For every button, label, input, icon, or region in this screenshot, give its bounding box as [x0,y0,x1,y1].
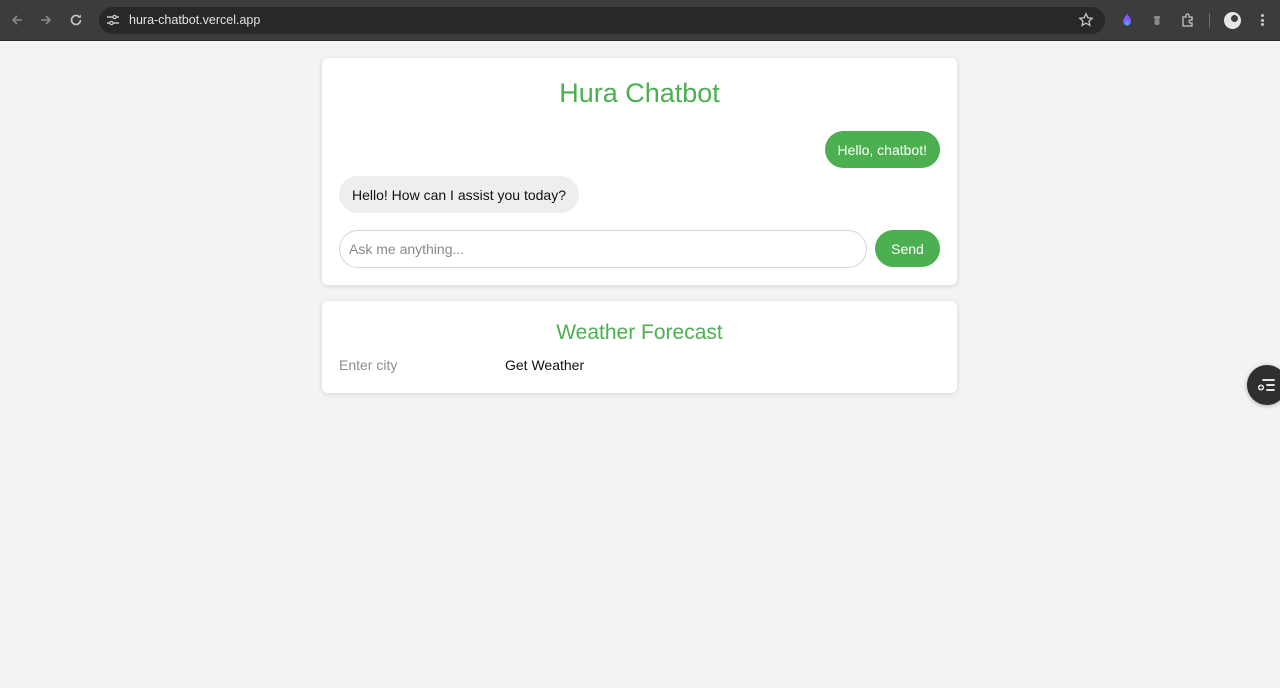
reload-icon[interactable] [66,10,86,30]
weather-title: Weather Forecast [556,321,723,344]
site-info-icon[interactable] [106,13,120,27]
address-bar[interactable]: hura-chatbot.vercel.app [99,7,1105,34]
toolbar-separator [1209,13,1210,28]
kebab-menu-icon[interactable] [1256,12,1268,28]
tune-list-icon [1258,379,1275,391]
chatbot-card: Hura Chatbot Hello, chatbot! Hello! How … [322,58,957,285]
get-weather-button[interactable]: Get Weather [505,356,584,374]
browser-toolbar: hura-chatbot.vercel.app [0,0,1280,41]
back-arrow-icon[interactable] [7,10,27,30]
weather-card: Weather Forecast Get Weather [322,301,957,393]
extensions-puzzle-icon[interactable] [1180,12,1196,28]
extension-acorn-icon[interactable] [1149,12,1165,28]
forward-arrow-icon[interactable] [36,10,56,30]
bot-message-bubble: Hello! How can I assist you today? [339,176,579,213]
profile-avatar[interactable] [1224,12,1241,29]
floating-assistant-button[interactable] [1247,365,1280,405]
extension-flame-icon[interactable] [1119,12,1135,28]
chatbot-title: Hura Chatbot [559,78,720,108]
chat-message-input[interactable] [339,230,867,268]
city-input[interactable] [339,356,499,374]
send-button[interactable]: Send [875,230,940,267]
bookmark-star-icon[interactable] [1078,12,1094,28]
user-message-bubble: Hello, chatbot! [824,131,940,168]
url-text[interactable]: hura-chatbot.vercel.app [129,13,260,27]
